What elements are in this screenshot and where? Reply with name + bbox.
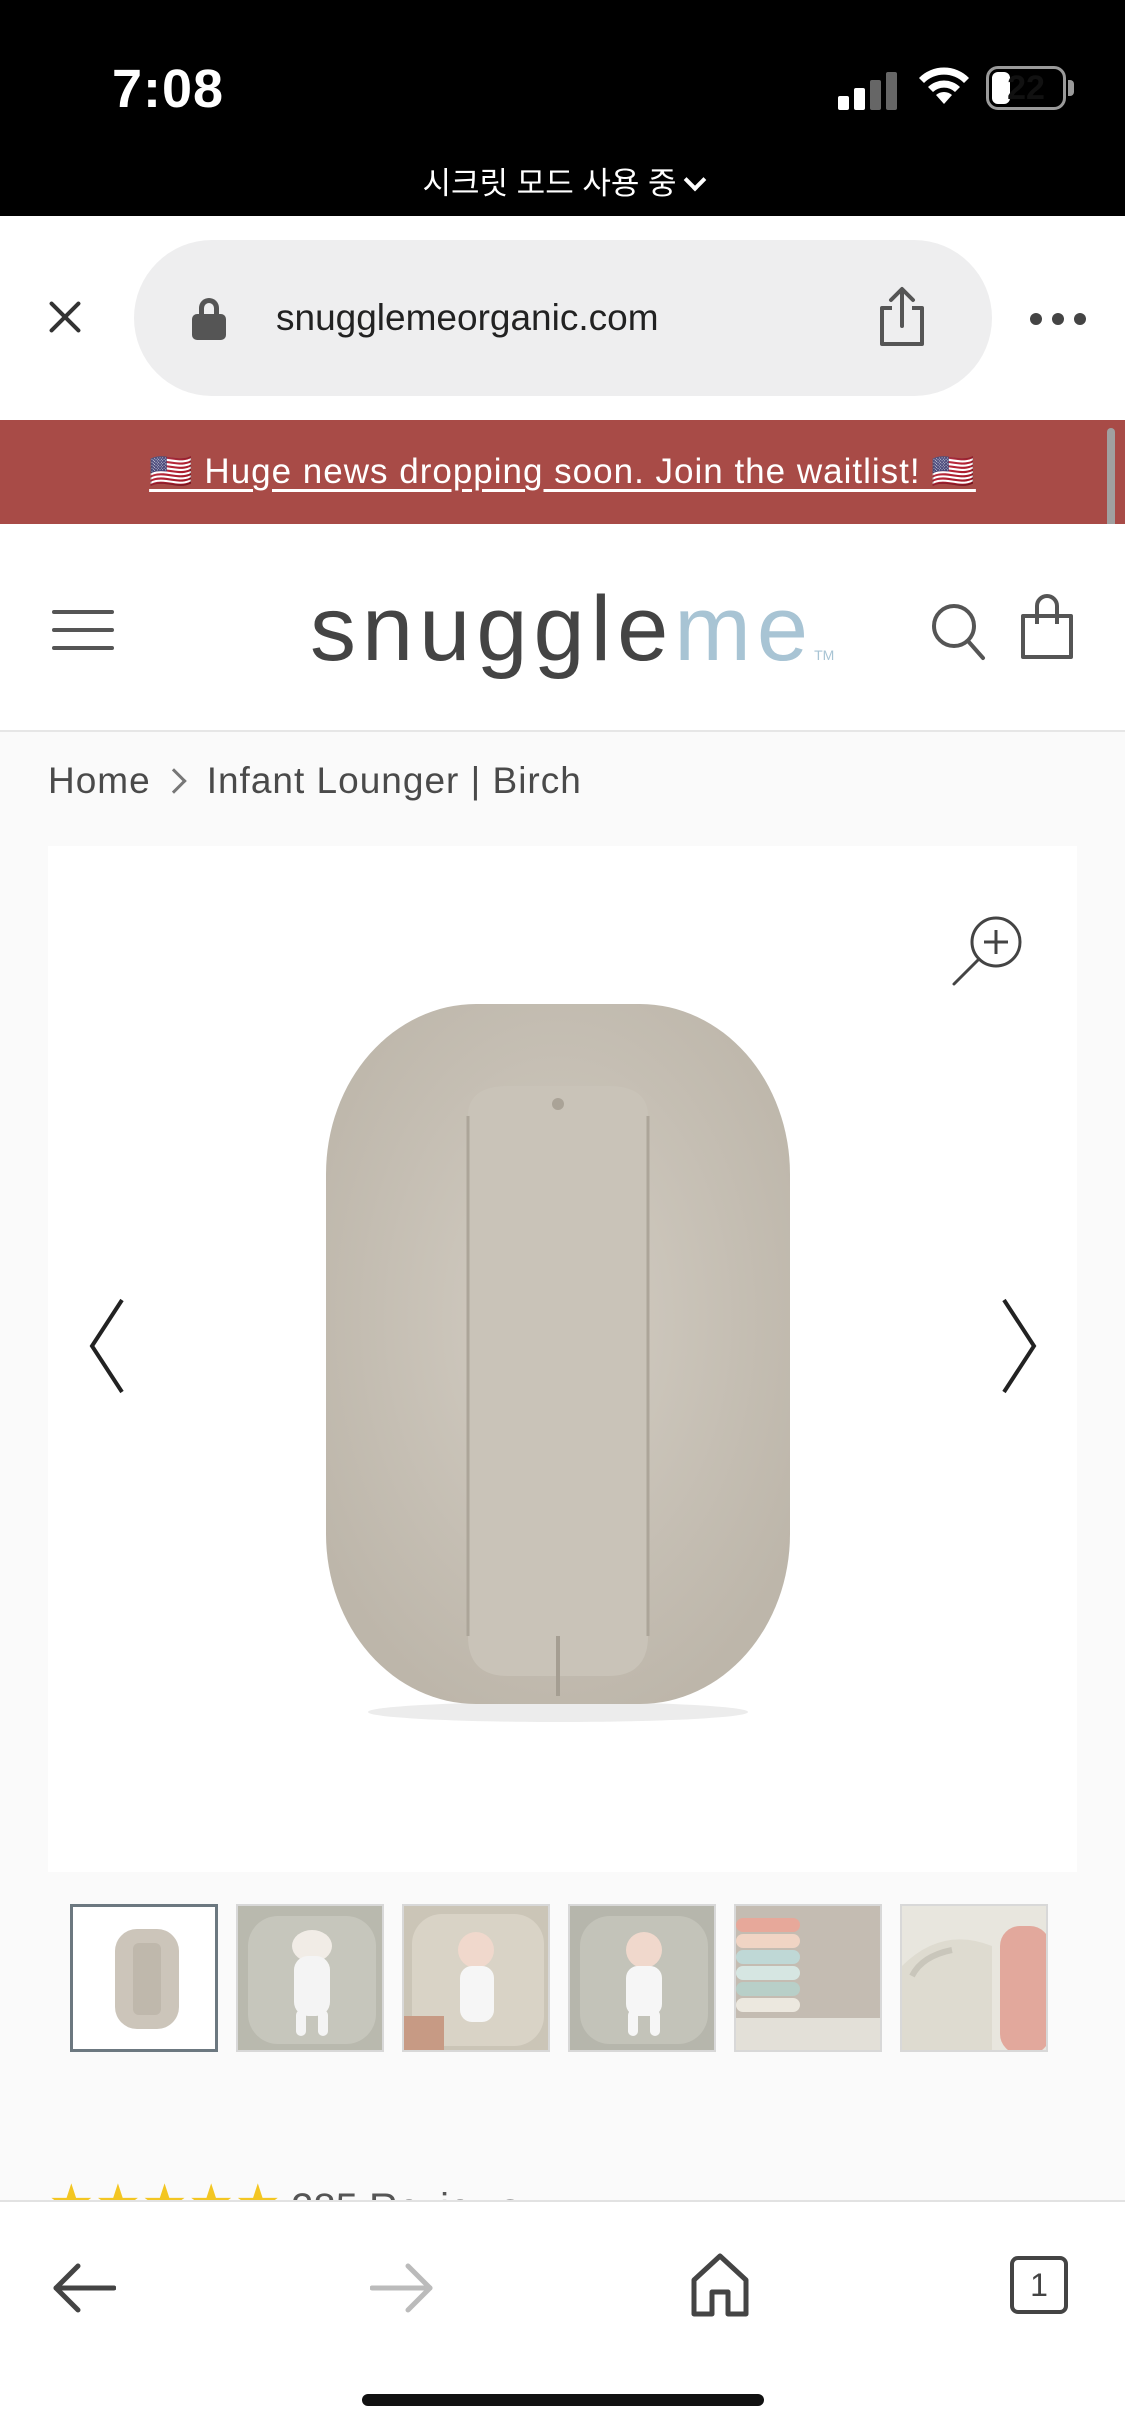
share-icon[interactable] (876, 286, 928, 348)
tabs-count-icon[interactable]: 1 (1010, 2256, 1068, 2314)
breadcrumb-home[interactable]: Home (48, 760, 151, 801)
breadcrumb: Home Infant Lounger | Birch (48, 760, 582, 802)
browser-toolbar: snugglemeorganic.com (0, 216, 1125, 420)
product-image-gallery[interactable] (48, 846, 1077, 1872)
zoom-in-icon[interactable] (948, 912, 1028, 992)
back-arrow-icon[interactable] (52, 2262, 116, 2314)
home-icon[interactable] (690, 2252, 750, 2318)
thumbnail-strip (70, 1904, 1060, 2052)
battery-tip (1068, 80, 1074, 96)
thumbnail[interactable] (236, 1904, 384, 2052)
thumbnail[interactable] (402, 1904, 550, 2052)
close-icon[interactable] (46, 298, 84, 336)
previous-image-icon[interactable] (78, 1286, 138, 1406)
site-logo[interactable]: snugglemeTM (310, 564, 834, 694)
status-time: 7:08 (112, 59, 225, 119)
incognito-indicator[interactable]: 시크릿 모드 사용 중 (0, 158, 1125, 203)
thumbnail[interactable] (568, 1904, 716, 2052)
battery-level: 22 (1007, 69, 1045, 107)
logo-trademark: TM (814, 647, 835, 663)
address-bar[interactable]: snugglemeorganic.com (134, 240, 992, 396)
more-options-icon[interactable] (1030, 313, 1086, 327)
search-icon[interactable] (930, 602, 986, 662)
chevron-right-icon (160, 768, 187, 794)
infant-lounger-image (326, 1004, 790, 1722)
site-header: snugglemeTM (0, 524, 1125, 732)
breadcrumb-current: Infant Lounger | Birch (206, 760, 582, 801)
battery-icon: 22 (986, 66, 1066, 110)
forward-arrow-icon[interactable] (370, 2262, 434, 2314)
thumbnail[interactable] (900, 1904, 1048, 2052)
home-indicator[interactable] (362, 2394, 764, 2406)
chevron-down-icon (683, 168, 706, 192)
thumbnail[interactable] (70, 1904, 218, 2052)
next-image-icon[interactable] (988, 1286, 1048, 1406)
incognito-label: 시크릿 모드 사용 중 (422, 166, 677, 201)
logo-word-2: me (674, 578, 815, 680)
status-bar: 7:08 22 시크릿 모드 사용 중 (0, 0, 1125, 216)
logo-word-1: snuggle (310, 578, 675, 680)
wifi-icon (919, 67, 969, 104)
thumbnail[interactable] (734, 1904, 882, 2052)
page: 7:08 22 시크릿 모드 사용 중 snugglemeorganic.com… (0, 0, 1125, 2436)
menu-icon[interactable] (52, 608, 114, 652)
announcement-bar: 🇺🇸 Huge news dropping soon. Join the wai… (0, 420, 1125, 524)
shopping-bag-icon[interactable] (1020, 594, 1074, 660)
cellular-signal-icon (838, 70, 898, 110)
lock-icon (192, 298, 226, 340)
url-text: snugglemeorganic.com (276, 297, 659, 338)
waitlist-link[interactable]: 🇺🇸 Huge news dropping soon. Join the wai… (149, 452, 976, 491)
